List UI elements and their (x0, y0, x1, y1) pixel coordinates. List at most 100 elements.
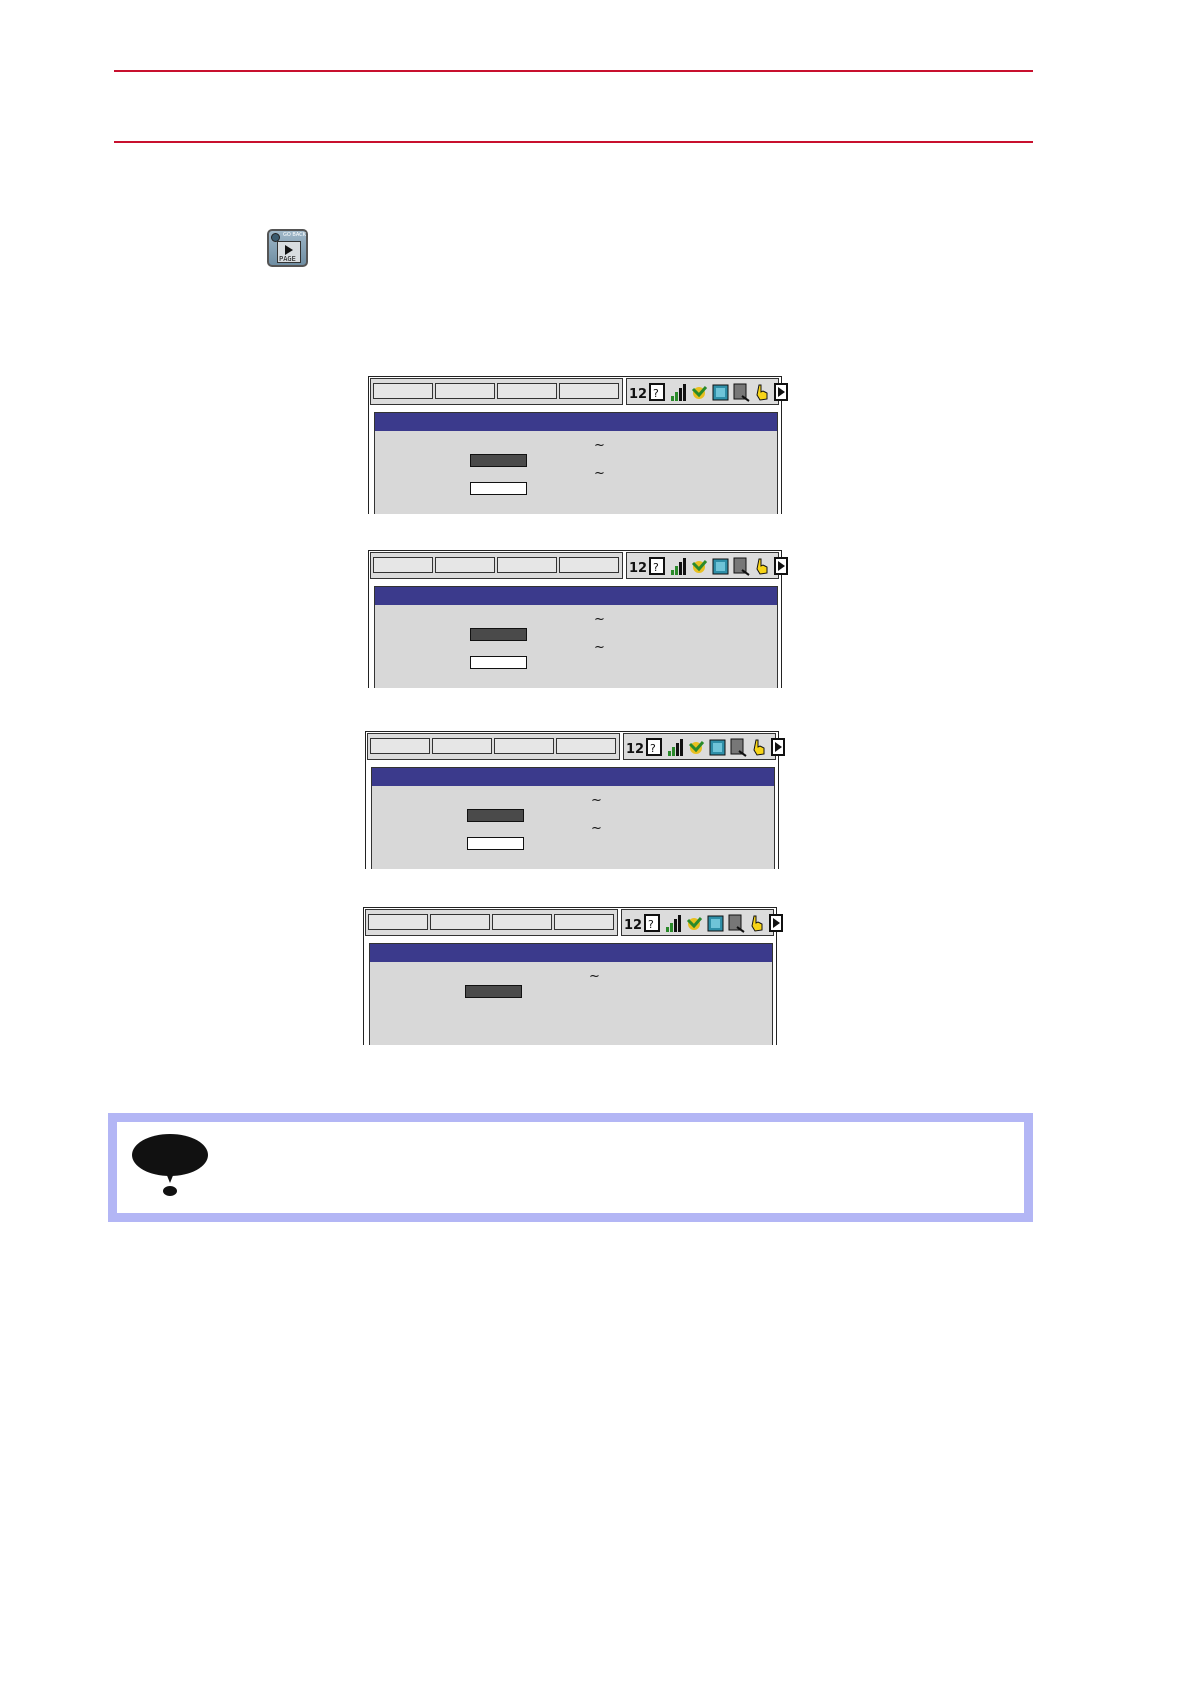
robot-icon (688, 741, 705, 754)
play-icon (285, 245, 293, 255)
monitor-icon (707, 915, 724, 932)
hand-icon (756, 384, 768, 401)
input-field-selected[interactable] (470, 628, 527, 641)
range-tilde: ~ (589, 969, 600, 984)
tab-2[interactable] (432, 738, 492, 754)
tab-1[interactable] (373, 557, 433, 573)
screen-1: 12 ? ~ ~ (368, 376, 788, 514)
status-icon-bar: 12 ? (621, 909, 783, 936)
axis-icon: 12 (629, 561, 646, 576)
page-key-sub-label: GO BACK (283, 232, 306, 238)
range-tilde: ~ (594, 640, 605, 655)
screen-2: 12 ? ~ ~ (368, 550, 788, 688)
question-icon: ? (649, 383, 665, 401)
svg-text:?: ? (653, 387, 659, 400)
tab-3[interactable] (497, 557, 557, 573)
range-tilde: ~ (591, 793, 602, 808)
tab-3[interactable] (494, 738, 554, 754)
input-field-selected[interactable] (467, 809, 524, 822)
svg-text:12: 12 (624, 918, 641, 933)
title-bar (372, 768, 774, 786)
question-icon: ? (644, 914, 660, 932)
tab-1[interactable] (373, 383, 433, 399)
title-bar (370, 944, 772, 962)
range-tilde: ~ (594, 612, 605, 627)
hand-icon (756, 558, 768, 575)
tab-1[interactable] (370, 738, 430, 754)
status-icon-bar: 12 ? (626, 552, 788, 579)
tab-3[interactable] (492, 914, 552, 930)
menu-tab-bar (365, 909, 618, 936)
svg-text:12: 12 (629, 561, 646, 576)
play-icon (771, 738, 785, 756)
monitor-icon (712, 558, 729, 575)
input-field-selected[interactable] (465, 985, 522, 998)
title-bar (375, 587, 777, 605)
svg-text:?: ? (650, 742, 656, 755)
menu-tab-bar (370, 378, 623, 405)
svg-text:12: 12 (626, 742, 643, 757)
tab-4[interactable] (554, 914, 614, 930)
device-icon (733, 383, 750, 402)
play-icon (774, 557, 788, 575)
signal-icon (666, 915, 681, 932)
range-tilde: ~ (591, 821, 602, 836)
header-bottom-rule (114, 141, 1033, 143)
note-icon (132, 1134, 208, 1196)
range-tilde: ~ (594, 438, 605, 453)
device-icon (733, 557, 750, 576)
hand-icon (753, 739, 765, 756)
robot-icon (691, 386, 708, 399)
robot-icon (686, 917, 703, 930)
input-field-selected[interactable] (470, 454, 527, 467)
tab-3[interactable] (497, 383, 557, 399)
page-key-label: PAGE (279, 255, 296, 263)
monitor-icon (712, 384, 729, 401)
input-field[interactable] (470, 482, 527, 495)
signal-icon (668, 739, 683, 756)
axis-icon: 12 (629, 387, 646, 402)
play-icon (769, 914, 783, 932)
tab-2[interactable] (430, 914, 490, 930)
question-icon: ? (649, 557, 665, 575)
header-top-rule (114, 70, 1033, 72)
page-key-icon: GO BACK PAGE (267, 229, 308, 267)
svg-text:?: ? (653, 561, 659, 574)
content-panel: ~ ~ (374, 586, 778, 688)
status-icon-bar: 12 ? (626, 378, 788, 405)
tab-1[interactable] (368, 914, 428, 930)
screen-4: 12 ? ~ (363, 907, 783, 1045)
axis-icon: 12 (626, 742, 643, 757)
status-icon-bar: 12 ? (623, 733, 785, 760)
monitor-icon (709, 739, 726, 756)
note-box (108, 1113, 1033, 1222)
title-bar (375, 413, 777, 431)
tab-4[interactable] (556, 738, 616, 754)
note-content (117, 1122, 1024, 1213)
tab-4[interactable] (559, 557, 619, 573)
range-tilde: ~ (594, 466, 605, 481)
input-field[interactable] (470, 656, 527, 669)
screen-3: 12 ? ~ ~ (365, 731, 785, 869)
device-icon (730, 738, 747, 757)
signal-icon (671, 384, 686, 401)
menu-tab-bar (370, 552, 623, 579)
signal-icon (671, 558, 686, 575)
question-icon: ? (646, 738, 662, 756)
robot-icon (691, 560, 708, 573)
axis-icon: 12 (624, 918, 641, 933)
svg-text:?: ? (648, 918, 654, 931)
tab-2[interactable] (435, 383, 495, 399)
content-panel: ~ ~ (374, 412, 778, 514)
page-key-face: PAGE (277, 241, 301, 263)
tab-4[interactable] (559, 383, 619, 399)
menu-tab-bar (367, 733, 620, 760)
device-icon (728, 914, 745, 933)
content-panel: ~ (369, 943, 773, 1045)
input-field[interactable] (467, 837, 524, 850)
svg-text:12: 12 (629, 387, 646, 402)
play-icon (774, 383, 788, 401)
tab-2[interactable] (435, 557, 495, 573)
content-panel: ~ ~ (371, 767, 775, 869)
hand-icon (751, 915, 763, 932)
